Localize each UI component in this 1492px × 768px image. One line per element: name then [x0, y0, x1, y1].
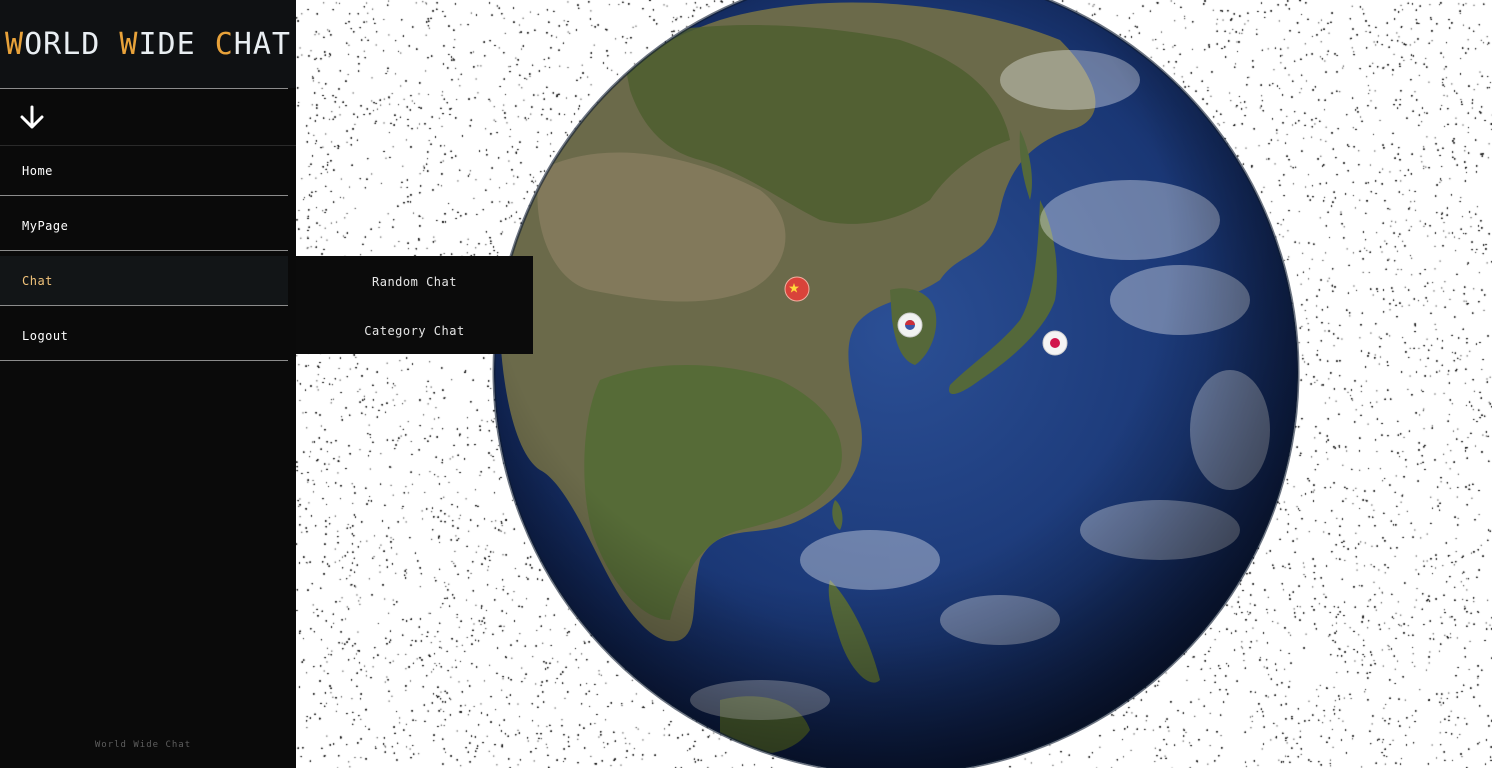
logo-text: HAT [233, 26, 291, 62]
submenu-item-random-chat[interactable]: Random Chat [296, 257, 533, 306]
sidebar-item-mypage[interactable]: MyPage [0, 201, 288, 251]
logo-accent-letter: C [214, 26, 234, 62]
logo-divider [0, 88, 288, 89]
arrow-down-icon [18, 104, 46, 132]
app-logo[interactable]: W ORLD W IDE C HAT [0, 0, 296, 88]
logo-text: ORLD [24, 26, 120, 62]
menu-toggle-button[interactable] [0, 90, 296, 145]
japan-flag-icon [1050, 338, 1060, 348]
sidebar-item-label: Home [22, 163, 53, 178]
sidebar-item-home[interactable]: Home [0, 146, 288, 196]
logo-text: IDE [138, 26, 215, 62]
app-stage: W ORLD W IDE C HAT Home MyPage Chat Logout … [0, 0, 1492, 768]
logo-accent-letter: W [119, 26, 139, 62]
footer-text: World Wide Chat [94, 740, 192, 750]
logo-accent-letter: W [5, 26, 25, 62]
sidebar-item-chat[interactable]: Chat [0, 256, 288, 306]
submenu-item-label: Random Chat [372, 274, 457, 289]
sidebar-item-logout[interactable]: Logout [0, 311, 288, 361]
chat-submenu: Random Chat Category Chat [296, 256, 533, 354]
submenu-item-category-chat[interactable]: Category Chat [296, 306, 533, 355]
sidebar-item-label: Logout [22, 328, 69, 343]
sidebar: W ORLD W IDE C HAT Home MyPage Chat Logout … [0, 0, 296, 768]
china-flag-marker[interactable] [784, 276, 810, 302]
sidebar-item-label: Chat [22, 273, 53, 288]
japan-flag-marker[interactable] [1042, 330, 1068, 356]
sidebar-item-label: MyPage [22, 218, 69, 233]
korea-flag-marker[interactable] [897, 312, 923, 338]
submenu-item-label: Category Chat [364, 323, 465, 338]
